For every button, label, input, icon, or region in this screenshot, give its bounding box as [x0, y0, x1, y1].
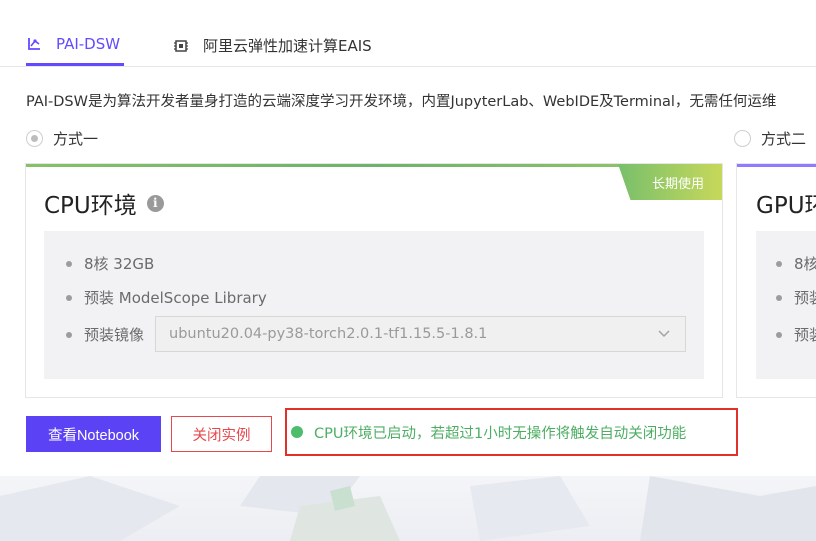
- spec-text: 8核 32GB: [84, 255, 155, 273]
- long-term-badge: 长期使用: [618, 164, 722, 200]
- spec-item: 预装镜像: [66, 324, 144, 345]
- tab-bar: PAI-DSW 阿里云弹性加速计算EAIS: [0, 0, 816, 67]
- cpu-environment-card: 长期使用 CPU环境 i 8核 32GB 预装 ModelScope Libra…: [25, 163, 723, 398]
- card-title: GPU环: [756, 186, 816, 220]
- option-label: 方式一: [53, 130, 99, 148]
- option-1-radio[interactable]: 方式一: [26, 128, 98, 149]
- bullet-icon: [66, 260, 72, 267]
- card-title-text: GPU环: [756, 193, 816, 219]
- active-tab-indicator: [26, 63, 124, 66]
- bullet-icon: [776, 294, 782, 301]
- chevron-down-icon: [657, 326, 671, 340]
- card-accent-bar: [26, 164, 722, 167]
- status-dot-icon: [291, 426, 303, 438]
- image-select[interactable]: ubuntu20.04-py38-torch2.0.1-tf1.15.5-1.8…: [155, 316, 686, 352]
- spec-text: 预装镜像: [84, 326, 145, 344]
- pai-dsw-icon: [26, 36, 42, 52]
- card-title: CPU环境 i: [44, 186, 164, 220]
- tab-pai-dsw[interactable]: PAI-DSW: [26, 35, 120, 53]
- option-2-radio[interactable]: 方式二: [734, 128, 806, 149]
- radio-icon[interactable]: [734, 130, 751, 147]
- spec-text: 8核: [794, 255, 816, 273]
- spec-list: 8核 32GB 预装 ModelScope Library 预装镜像 ubunt…: [44, 231, 704, 379]
- bullet-icon: [776, 331, 782, 338]
- option-label: 方式二: [761, 130, 807, 148]
- close-instance-button[interactable]: 关闭实例: [171, 416, 272, 452]
- spec-text: 预装: [794, 326, 816, 344]
- bullet-icon: [66, 294, 72, 301]
- card-accent-bar: [737, 164, 816, 167]
- spec-item: 8核 32GB: [66, 253, 154, 274]
- page-description: PAI-DSW是为算法开发者量身打造的云端深度学习开发环境，内置JupyterL…: [26, 94, 777, 110]
- image-select-value: ubuntu20.04-py38-torch2.0.1-tf1.15.5-1.8…: [169, 326, 488, 342]
- info-icon[interactable]: i: [146, 194, 164, 212]
- status-message: CPU环境已启动，若超过1小时无操作将触发自动关闭功能: [285, 408, 738, 456]
- tab-label: 阿里云弹性加速计算EAIS: [203, 37, 372, 55]
- spec-text: 预装: [794, 289, 816, 307]
- radio-icon[interactable]: [26, 130, 43, 147]
- status-text: CPU环境已启动，若超过1小时无操作将触发自动关闭功能: [314, 425, 687, 442]
- bullet-icon: [66, 331, 72, 338]
- spec-text: 预装 ModelScope Library: [84, 289, 267, 307]
- chip-icon: [173, 38, 189, 54]
- tab-label: PAI-DSW: [56, 35, 121, 53]
- bullet-icon: [776, 260, 782, 267]
- spec-item: 预装 ModelScope Library: [66, 287, 267, 308]
- tab-eais[interactable]: 阿里云弹性加速计算EAIS: [173, 35, 372, 56]
- spec-item: 8核: [776, 253, 816, 274]
- spec-item: 预装: [776, 324, 816, 345]
- view-notebook-button[interactable]: 查看Notebook: [26, 416, 161, 452]
- spec-list: 8核 预装 预装: [756, 231, 816, 379]
- gpu-environment-card: GPU环 8核 预装 预装: [736, 163, 816, 398]
- spec-item: 预装: [776, 287, 816, 308]
- card-title-text: CPU环境: [44, 193, 137, 219]
- decorative-background: [0, 476, 816, 541]
